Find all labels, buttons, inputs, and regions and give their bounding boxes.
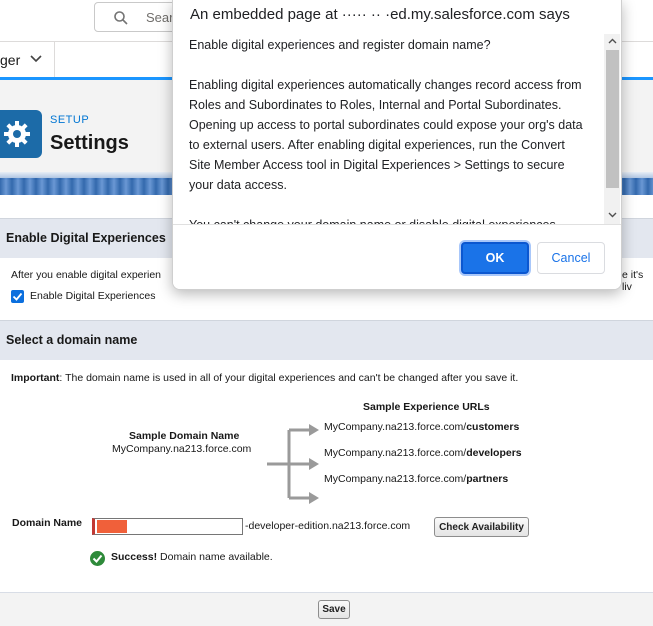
sample-url-customers: MyCompany.na213.force.com/customers bbox=[324, 421, 519, 433]
settings-icon-box bbox=[0, 110, 42, 158]
success-text: Domain name available. bbox=[157, 551, 273, 563]
checkmark-icon bbox=[12, 292, 23, 301]
redacted-value bbox=[97, 520, 127, 533]
checkmark-icon bbox=[92, 554, 103, 563]
sample-url-path: developers bbox=[466, 447, 522, 459]
sample-url-prefix: MyCompany.na213.force.com/ bbox=[324, 421, 467, 433]
important-text: : The domain name is used in all of your… bbox=[59, 372, 519, 384]
chevron-up-icon[interactable] bbox=[608, 38, 617, 44]
ok-button[interactable]: OK bbox=[461, 242, 529, 274]
save-button[interactable]: Save bbox=[318, 600, 350, 619]
domain-suffix: -developer-edition.na213.force.com bbox=[245, 520, 411, 532]
success-label: Success! bbox=[111, 551, 158, 563]
important-note: Important: The domain name is used in al… bbox=[11, 372, 518, 384]
chevron-down-icon[interactable] bbox=[608, 212, 617, 218]
dialog-footer: OK Cancel bbox=[173, 224, 621, 289]
breadcrumb: SETUP bbox=[50, 114, 90, 126]
dialog-paragraph: Enabling digital experiences automatical… bbox=[189, 78, 583, 192]
sample-url-prefix: MyCompany.na213.force.com/ bbox=[324, 447, 467, 459]
dialog-message: Enable digital experiences and register … bbox=[173, 34, 608, 224]
scrollbar-thumb[interactable] bbox=[606, 50, 619, 188]
enable-description-tail: e it's liv bbox=[622, 269, 644, 293]
search-placeholder: Sear bbox=[146, 10, 174, 25]
domain-section-header: Select a domain name bbox=[0, 320, 653, 360]
chevron-down-icon[interactable] bbox=[29, 54, 43, 64]
page-title: Settings bbox=[50, 132, 129, 154]
branch-arrows-diagram bbox=[267, 424, 319, 504]
cancel-button[interactable]: Cancel bbox=[537, 242, 605, 274]
dialog-title: An embedded page at ····· ·· ·ed.my.sale… bbox=[190, 6, 570, 23]
enable-digital-experiences-checkbox[interactable] bbox=[11, 290, 24, 303]
sample-domain-value: MyCompany.na213.force.com bbox=[112, 443, 252, 455]
success-icon bbox=[90, 551, 105, 566]
sample-urls-title: Sample Experience URLs bbox=[363, 401, 490, 413]
enable-section-title: Enable Digital Experiences bbox=[6, 231, 166, 245]
success-message: Success! Domain name available. bbox=[111, 551, 273, 563]
enable-checkbox-label[interactable]: Enable Digital Experiences bbox=[30, 290, 156, 302]
domain-name-input[interactable] bbox=[92, 518, 243, 535]
domain-section-title: Select a domain name bbox=[6, 333, 138, 347]
dialog-scrollbar[interactable] bbox=[604, 34, 620, 224]
sample-url-path: partners bbox=[466, 473, 509, 485]
sample-domain-title: Sample Domain Name bbox=[129, 430, 240, 442]
nav-item-label: ger bbox=[0, 52, 21, 68]
important-label: Important bbox=[11, 372, 60, 384]
sample-url-partners: MyCompany.na213.force.com/partners bbox=[324, 473, 508, 485]
sample-url-prefix: MyCompany.na213.force.com/ bbox=[324, 473, 467, 485]
search-icon bbox=[114, 11, 128, 25]
dialog-paragraph-cut: You can't change your domain name or dis… bbox=[189, 215, 584, 224]
check-availability-button[interactable]: Check Availability bbox=[434, 517, 529, 537]
embedded-page-dialog: An embedded page at ····· ·· ·ed.my.sale… bbox=[172, 0, 622, 290]
sample-url-developers: MyCompany.na213.force.com/developers bbox=[324, 447, 522, 459]
enable-description: After you enable digital experien bbox=[11, 269, 162, 281]
sample-url-path: customers bbox=[466, 421, 520, 433]
dialog-question: Enable digital experiences and register … bbox=[189, 38, 491, 52]
nav-item-manager[interactable]: ger bbox=[0, 42, 55, 77]
gear-icon bbox=[4, 121, 30, 147]
domain-name-label: Domain Name bbox=[12, 517, 83, 529]
